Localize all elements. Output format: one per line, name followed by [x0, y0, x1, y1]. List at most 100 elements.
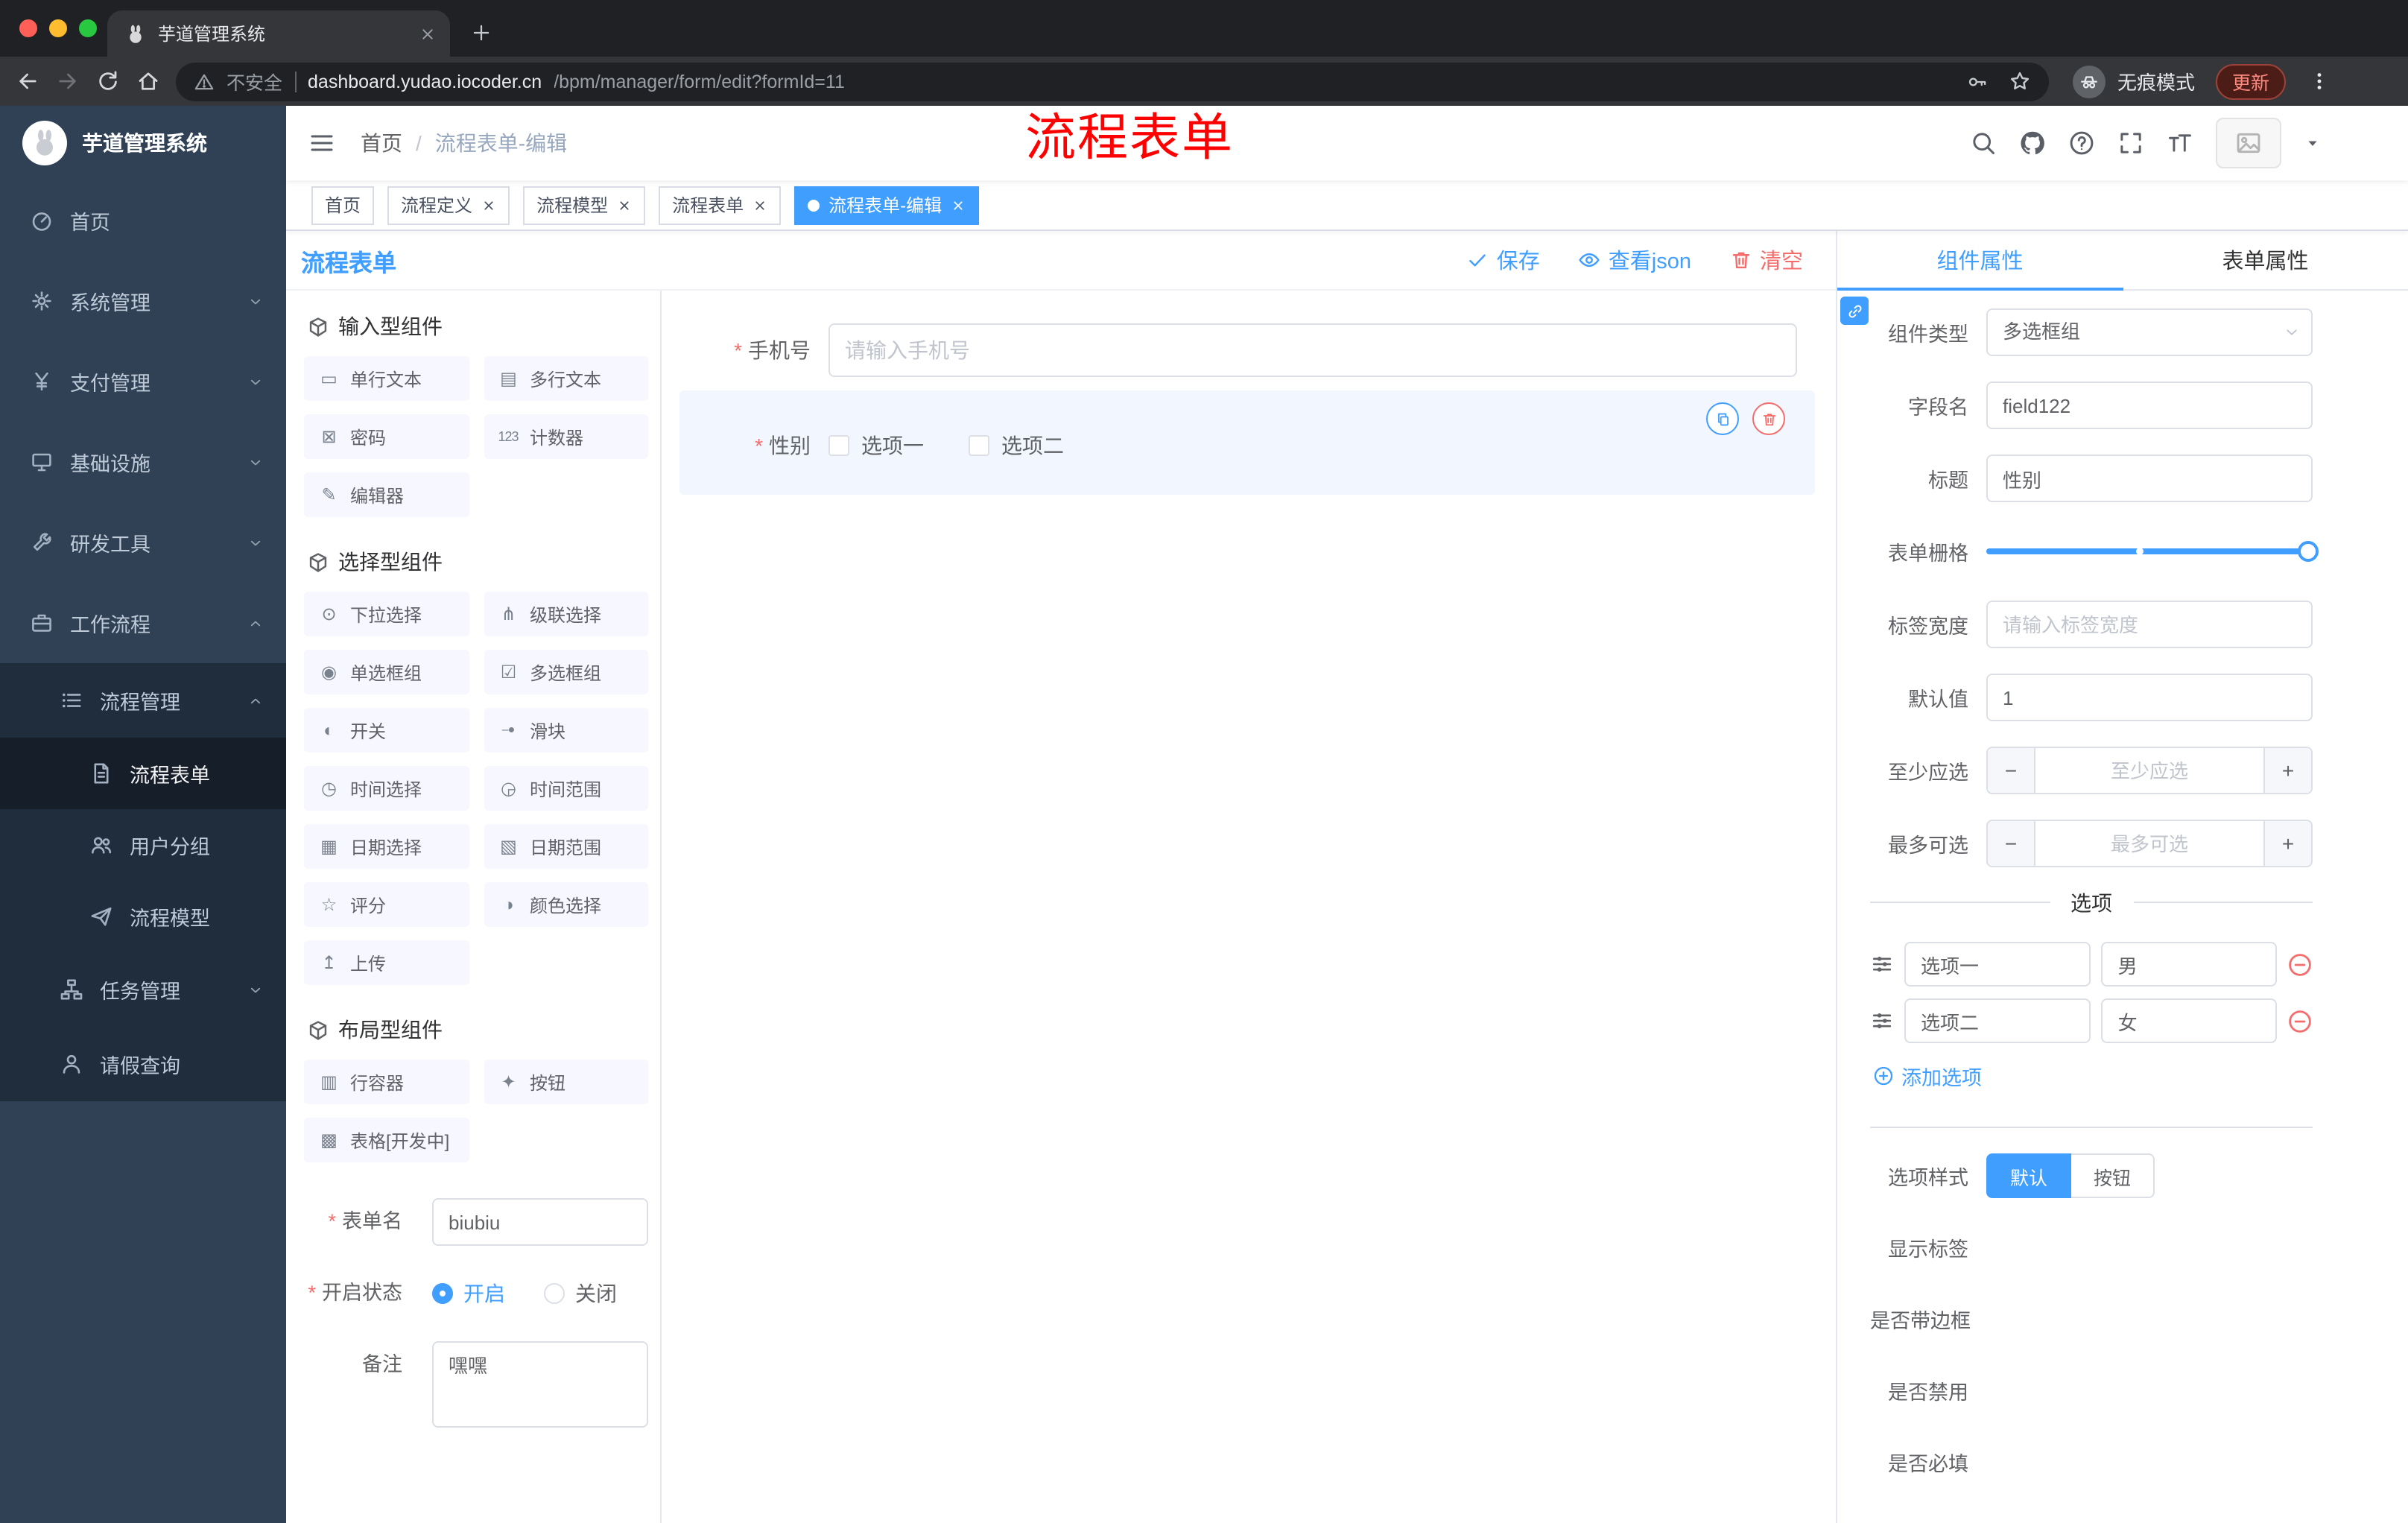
drawing-board[interactable]: 手机号 性别 — [662, 291, 1836, 1523]
sidebar-item-workflow[interactable]: 工作流程 — [0, 583, 286, 663]
copy-widget-button[interactable] — [1706, 402, 1739, 435]
search-icon[interactable] — [1970, 130, 1997, 156]
sidebar-item-user-group[interactable]: 用户分组 — [0, 809, 286, 881]
palette-item-editor[interactable]: ✎ 编辑器 — [304, 472, 469, 517]
tag-close-icon[interactable] — [481, 197, 496, 212]
style-default-button[interactable]: 默认 — [1986, 1153, 2072, 1198]
palette-item-password[interactable]: ⊠ 密码 — [304, 414, 469, 459]
font-size-icon[interactable] — [2167, 130, 2193, 156]
widget-gender-field-selected[interactable]: 性别 选项一 选项二 — [679, 390, 1815, 495]
stepper-minus-button[interactable]: − — [1988, 821, 2035, 866]
palette-item-radio-group[interactable]: ◉ 单选框组 — [304, 650, 469, 694]
sidebar-item-process-management[interactable]: 流程管理 — [0, 663, 286, 738]
palette-item-counter[interactable]: 123 计数器 — [484, 414, 648, 459]
palette-item-button[interactable]: ✦ 按钮 — [484, 1060, 648, 1104]
password-manager-icon[interactable] — [1967, 71, 1988, 92]
hamburger-icon[interactable] — [308, 130, 335, 156]
palette-item-row-container[interactable]: ▥ 行容器 — [304, 1060, 469, 1104]
doc-link-button[interactable] — [1840, 297, 1869, 325]
palette-item-switch[interactable]: ◐ 开关 — [304, 708, 469, 753]
palette-item-single-line-text[interactable]: ▭ 单行文本 — [304, 356, 469, 401]
option-value-input[interactable] — [2101, 942, 2277, 987]
tag-process-form[interactable]: 流程表单 — [659, 186, 782, 224]
browser-menu-icon[interactable] — [2308, 70, 2331, 92]
max-select-input[interactable] — [2035, 821, 2263, 866]
github-icon[interactable] — [2019, 130, 2046, 156]
sidebar-item-payment[interactable]: 支付管理 — [0, 341, 286, 422]
palette-item-date-picker[interactable]: ▦ 日期选择 — [304, 824, 469, 869]
sidebar-item-process-form[interactable]: 流程表单 — [0, 738, 286, 809]
checkbox-icon[interactable] — [828, 435, 849, 456]
tab-form-props[interactable]: 表单属性 — [2123, 231, 2408, 289]
phone-input[interactable] — [828, 323, 1797, 377]
tab-close-icon[interactable] — [419, 25, 437, 42]
palette-item-checkbox-group[interactable]: ☑ 多选框组 — [484, 650, 648, 694]
palette-item-upload[interactable]: ↥ 上传 — [304, 940, 469, 985]
remove-option-button[interactable] — [2287, 952, 2313, 977]
field-name-input[interactable] — [1986, 381, 2313, 429]
window-minimize-button[interactable] — [49, 19, 67, 37]
palette-item-slider[interactable]: –● 滑块 — [484, 708, 648, 753]
browser-forward-button[interactable] — [55, 69, 80, 94]
avatar[interactable] — [2216, 118, 2281, 168]
save-button[interactable]: 保存 — [1467, 244, 1540, 276]
slider-track[interactable] — [1986, 541, 2319, 562]
tag-home[interactable]: 首页 — [311, 186, 375, 224]
tag-process-definition[interactable]: 流程定义 — [387, 186, 510, 224]
tag-close-icon[interactable] — [752, 197, 767, 212]
avatar-caret-icon[interactable] — [2304, 134, 2322, 152]
tab-component-props[interactable]: 组件属性 — [1837, 231, 2123, 291]
window-close-button[interactable] — [19, 19, 37, 37]
palette-item-color-picker[interactable]: ◑ 颜色选择 — [484, 882, 648, 927]
browser-update-button[interactable]: 更新 — [2215, 63, 2286, 99]
min-select-input[interactable] — [2035, 748, 2263, 793]
status-radio-off[interactable]: 关闭 — [544, 1279, 617, 1308]
sidebar-item-task-management[interactable]: 任务管理 — [0, 952, 286, 1027]
sidebar-item-leave-query[interactable]: 请假查询 — [0, 1027, 286, 1101]
bookmark-star-icon[interactable] — [2009, 70, 2031, 92]
style-button-button[interactable]: 按钮 — [2071, 1153, 2155, 1198]
drag-handle-icon[interactable] — [1870, 952, 1894, 976]
checkbox-icon[interactable] — [969, 435, 989, 456]
widget-phone-field[interactable]: 手机号 — [679, 323, 1815, 377]
view-json-button[interactable]: 查看json — [1579, 244, 1691, 276]
palette-item-multi-line-text[interactable]: ▤ 多行文本 — [484, 356, 648, 401]
help-icon[interactable] — [2068, 130, 2095, 156]
palette-item-time-range[interactable]: ◶ 时间范围 — [484, 766, 648, 811]
remove-option-button[interactable] — [2287, 1008, 2313, 1033]
option-label-input[interactable] — [1904, 998, 2091, 1043]
address-bar[interactable]: 不安全 dashboard.yudao.iocoder.cn/bpm/manag… — [176, 62, 2049, 101]
sidebar-item-home[interactable]: 首页 — [0, 180, 286, 261]
browser-home-button[interactable] — [136, 69, 161, 94]
app-logo[interactable]: 芋道管理系统 — [0, 106, 286, 180]
slider-handle[interactable] — [2298, 541, 2319, 562]
title-input[interactable] — [1986, 455, 2313, 502]
component-type-select[interactable]: 多选框组 — [1986, 308, 2313, 356]
gender-checkbox-option1[interactable]: 选项一 — [828, 431, 924, 460]
stepper-plus-button[interactable]: + — [2263, 748, 2311, 793]
browser-tab[interactable]: 芋道管理系统 — [107, 10, 450, 57]
gender-checkbox-option2[interactable]: 选项二 — [969, 431, 1064, 460]
breadcrumb-home[interactable]: 首页 — [361, 128, 402, 158]
tag-process-form-edit[interactable]: 流程表单-编辑 — [794, 186, 980, 224]
sidebar-item-process-model[interactable]: 流程模型 — [0, 881, 286, 952]
palette-item-time-picker[interactable]: ◷ 时间选择 — [304, 766, 469, 811]
tag-close-icon[interactable] — [951, 197, 966, 212]
stepper-plus-button[interactable]: + — [2263, 821, 2311, 866]
stepper-minus-button[interactable]: − — [1988, 748, 2035, 793]
tag-close-icon[interactable] — [617, 197, 632, 212]
palette-item-dropdown-select[interactable]: ⊙ 下拉选择 — [304, 592, 469, 636]
security-warning-icon[interactable] — [194, 71, 215, 92]
option-label-input[interactable] — [1904, 942, 2091, 987]
sidebar-item-system[interactable]: 系统管理 — [0, 261, 286, 341]
tag-process-model[interactable]: 流程模型 — [523, 186, 646, 224]
form-grid-slider[interactable] — [1986, 528, 2319, 575]
palette-item-rate[interactable]: ☆ 评分 — [304, 882, 469, 927]
browser-reload-button[interactable] — [95, 69, 121, 94]
clear-button[interactable]: 清空 — [1730, 244, 1803, 276]
sidebar-item-devtools[interactable]: 研发工具 — [0, 502, 286, 583]
new-tab-button[interactable] — [471, 22, 492, 43]
palette-item-cascader[interactable]: ⋔ 级联选择 — [484, 592, 648, 636]
option-value-input[interactable] — [2101, 998, 2277, 1043]
palette-item-table[interactable]: ▩ 表格[开发中] — [304, 1118, 469, 1162]
